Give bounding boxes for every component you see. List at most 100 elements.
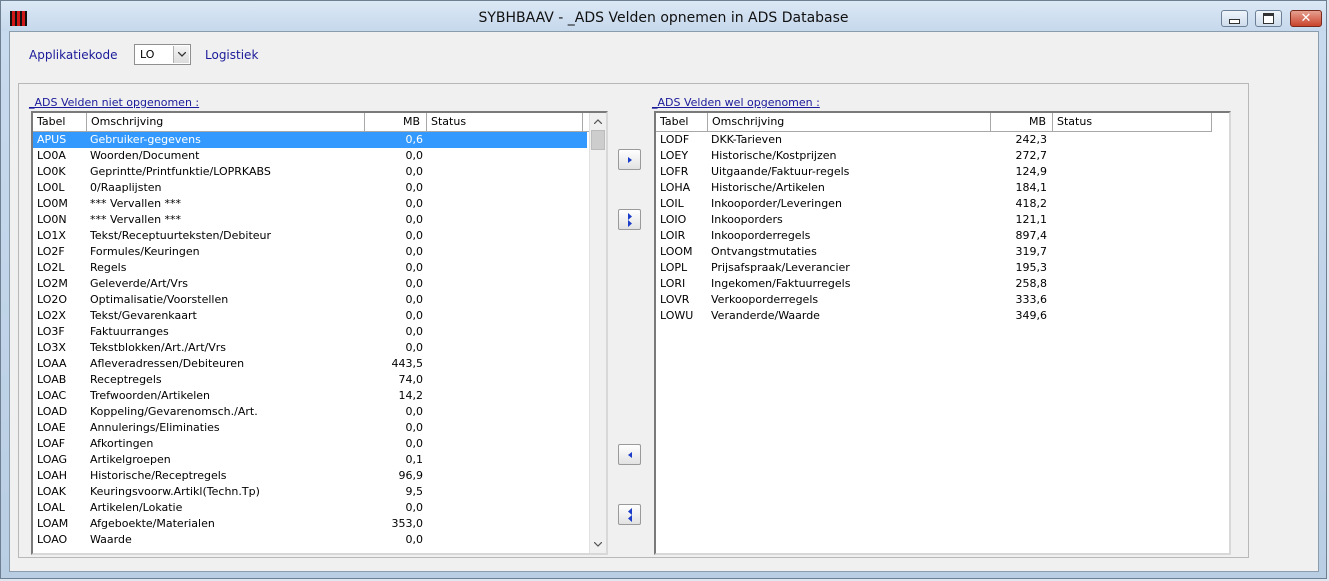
column-header-status[interactable]: Status: [427, 113, 583, 131]
minimize-icon: [1229, 18, 1240, 24]
cell-tabel: LOAL: [37, 501, 65, 514]
table-row[interactable]: LO0N *** Vervallen *** 0,0: [33, 212, 587, 228]
chevron-down-icon[interactable]: [173, 46, 189, 63]
cell-mb: 0,0: [405, 501, 424, 514]
cell-tabel: LO1X: [37, 229, 66, 242]
close-button[interactable]: ✕: [1290, 10, 1322, 27]
table-row[interactable]: LO0A Woorden/Document 0,0: [33, 148, 587, 164]
cell-tabel: LOAH: [37, 469, 67, 482]
table-row[interactable]: LO2O Optimalisatie/Voorstellen 0,0: [33, 292, 587, 308]
app-code-select[interactable]: LO: [134, 44, 191, 65]
cell-omschrijving: Annulerings/Eliminaties: [90, 421, 220, 434]
table-row[interactable]: LOAA Afleveradressen/Debiteuren 443,5: [33, 356, 587, 372]
move-all-right-button[interactable]: [618, 209, 641, 230]
table-row[interactable]: LOAB Receptregels 74,0: [33, 372, 587, 388]
cell-tabel: LODF: [660, 133, 690, 146]
right-list[interactable]: Tabel Omschrijving MB Status LODF DKK-Tar…: [654, 111, 1231, 555]
move-all-left-button[interactable]: [618, 504, 641, 525]
column-header-status[interactable]: Status: [1053, 113, 1212, 131]
column-header-tabel[interactable]: Tabel: [656, 113, 708, 131]
table-row[interactable]: LO3F Faktuurranges 0,0: [33, 324, 587, 340]
table-row[interactable]: LOOM Ontvangstmutaties 319,7: [656, 244, 1229, 260]
column-header-mb[interactable]: MB: [991, 113, 1053, 131]
cell-tabel: APUS: [37, 133, 67, 146]
title-bar[interactable]: SYBHBAAV - _ADS Velden opnemen in ADS Da…: [1, 1, 1326, 31]
table-row[interactable]: LO0M *** Vervallen *** 0,0: [33, 196, 587, 212]
table-row[interactable]: APUS Gebruiker-gegevens 0,6: [33, 132, 587, 148]
table-row[interactable]: LO0L 0/Raaplijsten 0,0: [33, 180, 587, 196]
cell-omschrijving: Afleveradressen/Debiteuren: [90, 357, 245, 370]
table-row[interactable]: LODF DKK-Tarieven 242,3: [656, 132, 1229, 148]
cell-omschrijving: Geleverde/Art/Vrs: [90, 277, 189, 290]
table-row[interactable]: LOAD Koppeling/Gevarenomsch./Art. 0,0: [33, 404, 587, 420]
column-header-omschrijving[interactable]: Omschrijving: [708, 113, 991, 131]
cell-tabel: LOPL: [660, 261, 688, 274]
double-arrow-left-icon: [627, 507, 632, 522]
table-row[interactable]: LO2M Geleverde/Art/Vrs 0,0: [33, 276, 587, 292]
table-row[interactable]: LOAC Trefwoorden/Artikelen 14,2: [33, 388, 587, 404]
cell-mb: 0,0: [405, 325, 424, 338]
table-row[interactable]: LO2L Regels 0,0: [33, 260, 587, 276]
scroll-down-icon[interactable]: [590, 536, 606, 553]
maximize-button[interactable]: [1255, 10, 1282, 27]
table-row[interactable]: LOAF Afkortingen 0,0: [33, 436, 587, 452]
left-list-scrollbar[interactable]: [589, 113, 606, 553]
table-row[interactable]: LOIR Inkooporderregels 897,4: [656, 228, 1229, 244]
cell-omschrijving: Woorden/Document: [90, 149, 200, 162]
cell-omschrijving: Keuringsvoorw.Artikl(Techn.Tp): [90, 485, 260, 498]
cell-mb: 0,0: [405, 229, 424, 242]
move-right-button[interactable]: [618, 149, 641, 170]
table-row[interactable]: LOIL Inkooporder/Leveringen 418,2: [656, 196, 1229, 212]
table-row[interactable]: LOAM Afgeboekte/Materialen 353,0: [33, 516, 587, 532]
table-row[interactable]: LOFR Uitgaande/Faktuur-regels 124,9: [656, 164, 1229, 180]
cell-mb: 0,0: [405, 149, 424, 162]
cell-mb: 0,0: [405, 533, 424, 546]
cell-omschrijving: DKK-Tarieven: [711, 133, 782, 146]
cell-omschrijving: Waarde: [90, 533, 132, 546]
scroll-thumb[interactable]: [591, 130, 605, 150]
left-list[interactable]: Tabel Omschrijving MB Status APUS Gebruik…: [31, 111, 608, 555]
cell-tabel: LOAK: [37, 485, 66, 498]
table-row[interactable]: LOEY Historische/Kostprijzen 272,7: [656, 148, 1229, 164]
cell-mb: 418,2: [1015, 197, 1048, 210]
table-row[interactable]: LOAK Keuringsvoorw.Artikl(Techn.Tp) 9,5: [33, 484, 587, 500]
cell-tabel: LOAC: [37, 389, 67, 402]
table-row[interactable]: LO3X Tekstblokken/Art./Art/Vrs 0,0: [33, 340, 587, 356]
cell-mb: 124,9: [1015, 165, 1048, 178]
cell-tabel: LOVR: [660, 293, 690, 306]
column-header-omschrijving[interactable]: Omschrijving: [87, 113, 365, 131]
scroll-up-icon[interactable]: [590, 113, 606, 130]
cell-mb: 0,0: [405, 293, 424, 306]
table-row[interactable]: LOAG Artikelgroepen 0,1: [33, 452, 587, 468]
window-title: SYBHBAAV - _ADS Velden opnemen in ADS Da…: [478, 10, 849, 26]
table-row[interactable]: LO2X Tekst/Gevarenkaart 0,0: [33, 308, 587, 324]
cell-omschrijving: Artikelgroepen: [90, 453, 171, 466]
table-row[interactable]: LO2F Formules/Keuringen 0,0: [33, 244, 587, 260]
cell-omschrijving: Trefwoorden/Artikelen: [90, 389, 211, 402]
cell-omschrijving: Formules/Keuringen: [90, 245, 200, 258]
table-row[interactable]: LOHA Historische/Artikelen 184,1: [656, 180, 1229, 196]
cell-omschrijving: Artikelen/Lokatie: [90, 501, 183, 514]
table-row[interactable]: LOAE Annulerings/Eliminaties 0,0: [33, 420, 587, 436]
table-row[interactable]: LO1X Tekst/Receptuurteksten/Debiteur 0,0: [33, 228, 587, 244]
cell-tabel: LOAM: [37, 517, 69, 530]
table-row[interactable]: LOPL Prijsafspraak/Leverancier 195,3: [656, 260, 1229, 276]
column-header-mb[interactable]: MB: [365, 113, 427, 131]
table-row[interactable]: LOAH Historische/Receptregels 96,9: [33, 468, 587, 484]
move-left-button[interactable]: [618, 444, 641, 465]
table-row[interactable]: LOVR Verkooporderregels 333,6: [656, 292, 1229, 308]
cell-mb: 0,0: [405, 341, 424, 354]
table-row[interactable]: LOAO Waarde 0,0: [33, 532, 587, 548]
table-row[interactable]: LOAL Artikelen/Lokatie 0,0: [33, 500, 587, 516]
cell-tabel: LOAD: [37, 405, 68, 418]
table-row[interactable]: LOWU Veranderde/Waarde 349,6: [656, 308, 1229, 324]
column-header-tabel[interactable]: Tabel: [33, 113, 87, 131]
cell-tabel: LORI: [660, 277, 686, 290]
cell-omschrijving: Ingekomen/Faktuurregels: [711, 277, 851, 290]
minimize-button[interactable]: [1221, 10, 1248, 27]
cell-tabel: LO3X: [37, 341, 66, 354]
table-row[interactable]: LO0K Geprintte/Printfunktie/LOPRKABS 0,0: [33, 164, 587, 180]
maximize-icon: [1263, 13, 1274, 24]
table-row[interactable]: LOIO Inkooporders 121,1: [656, 212, 1229, 228]
table-row[interactable]: LORI Ingekomen/Faktuurregels 258,8: [656, 276, 1229, 292]
